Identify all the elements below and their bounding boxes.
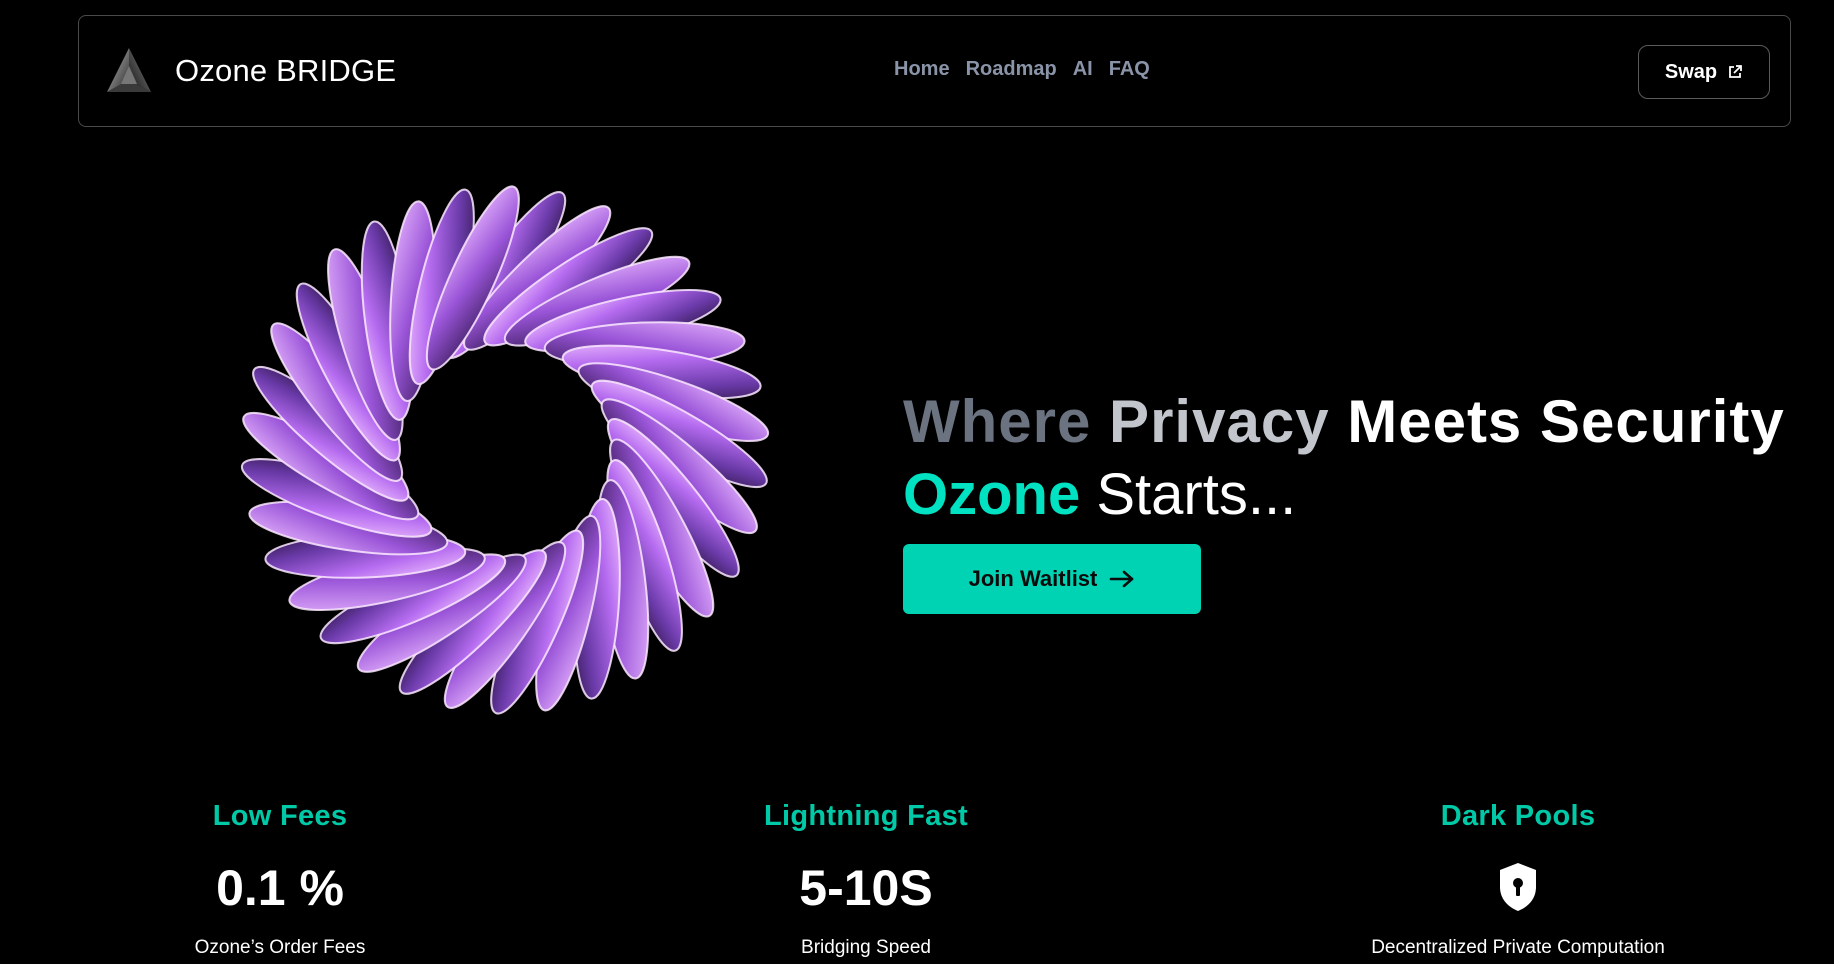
external-link-icon — [1729, 65, 1743, 78]
nav-link-faq[interactable]: FAQ — [1109, 58, 1150, 81]
stat-caption: Bridging Speed — [801, 937, 931, 958]
subline-starts: Starts... — [1096, 462, 1297, 527]
triangle-logo-icon — [107, 48, 151, 92]
stat-title: Dark Pools — [1440, 800, 1596, 832]
hero-text: Where Privacy Meets Security Ozone Start… — [903, 392, 1785, 614]
brand-name: Ozone BRIDGE — [175, 53, 397, 88]
join-waitlist-button[interactable]: Join Waitlist — [903, 544, 1201, 614]
nav-link-roadmap[interactable]: Roadmap — [966, 58, 1057, 81]
ring-center — [415, 375, 575, 535]
nav-link-ai[interactable]: AI — [1073, 58, 1093, 81]
stat-dark-pools: Dark Pools Decentralized Private Computa… — [1318, 800, 1718, 959]
stat-title: Lightning Fast — [764, 800, 968, 832]
stat-value: 5-10S — [799, 860, 933, 916]
stat-title: Low Fees — [212, 800, 348, 832]
brand[interactable]: Ozone BRIDGE — [103, 46, 396, 96]
navbar: Ozone BRIDGE Home Roadmap AI FAQ Swap — [78, 15, 1791, 127]
nav-link-home[interactable]: Home — [894, 58, 950, 81]
headline-word-meets-security: Meets Security — [1347, 388, 1785, 455]
stat-caption: Ozone’s Order Fees — [194, 937, 366, 958]
swap-label: Swap — [1664, 60, 1718, 83]
stat-lightning-fast: Lightning Fast 5-10S Bridging Speed — [716, 800, 1016, 959]
headline-word-privacy: Privacy — [1109, 388, 1330, 455]
iridescent-ring-art — [240, 185, 770, 715]
stat-caption: Decentralized Private Computation — [1371, 937, 1665, 958]
arrow-right-icon — [1110, 570, 1134, 588]
join-waitlist-label: Join Waitlist — [968, 566, 1098, 591]
headline-word-where: Where — [903, 388, 1092, 455]
swap-button[interactable]: Swap — [1638, 45, 1770, 99]
shield-lock-icon — [1500, 863, 1536, 911]
nav-links: Home Roadmap AI FAQ — [894, 58, 1150, 81]
stat-value: 0.1 % — [216, 860, 344, 916]
hero-subline: Ozone Starts... — [903, 466, 1785, 524]
hero-headline: Where Privacy Meets Security — [903, 392, 1785, 452]
subline-ozone: Ozone — [903, 462, 1081, 527]
stat-low-fees: Low Fees 0.1 % Ozone’s Order Fees — [180, 800, 380, 959]
